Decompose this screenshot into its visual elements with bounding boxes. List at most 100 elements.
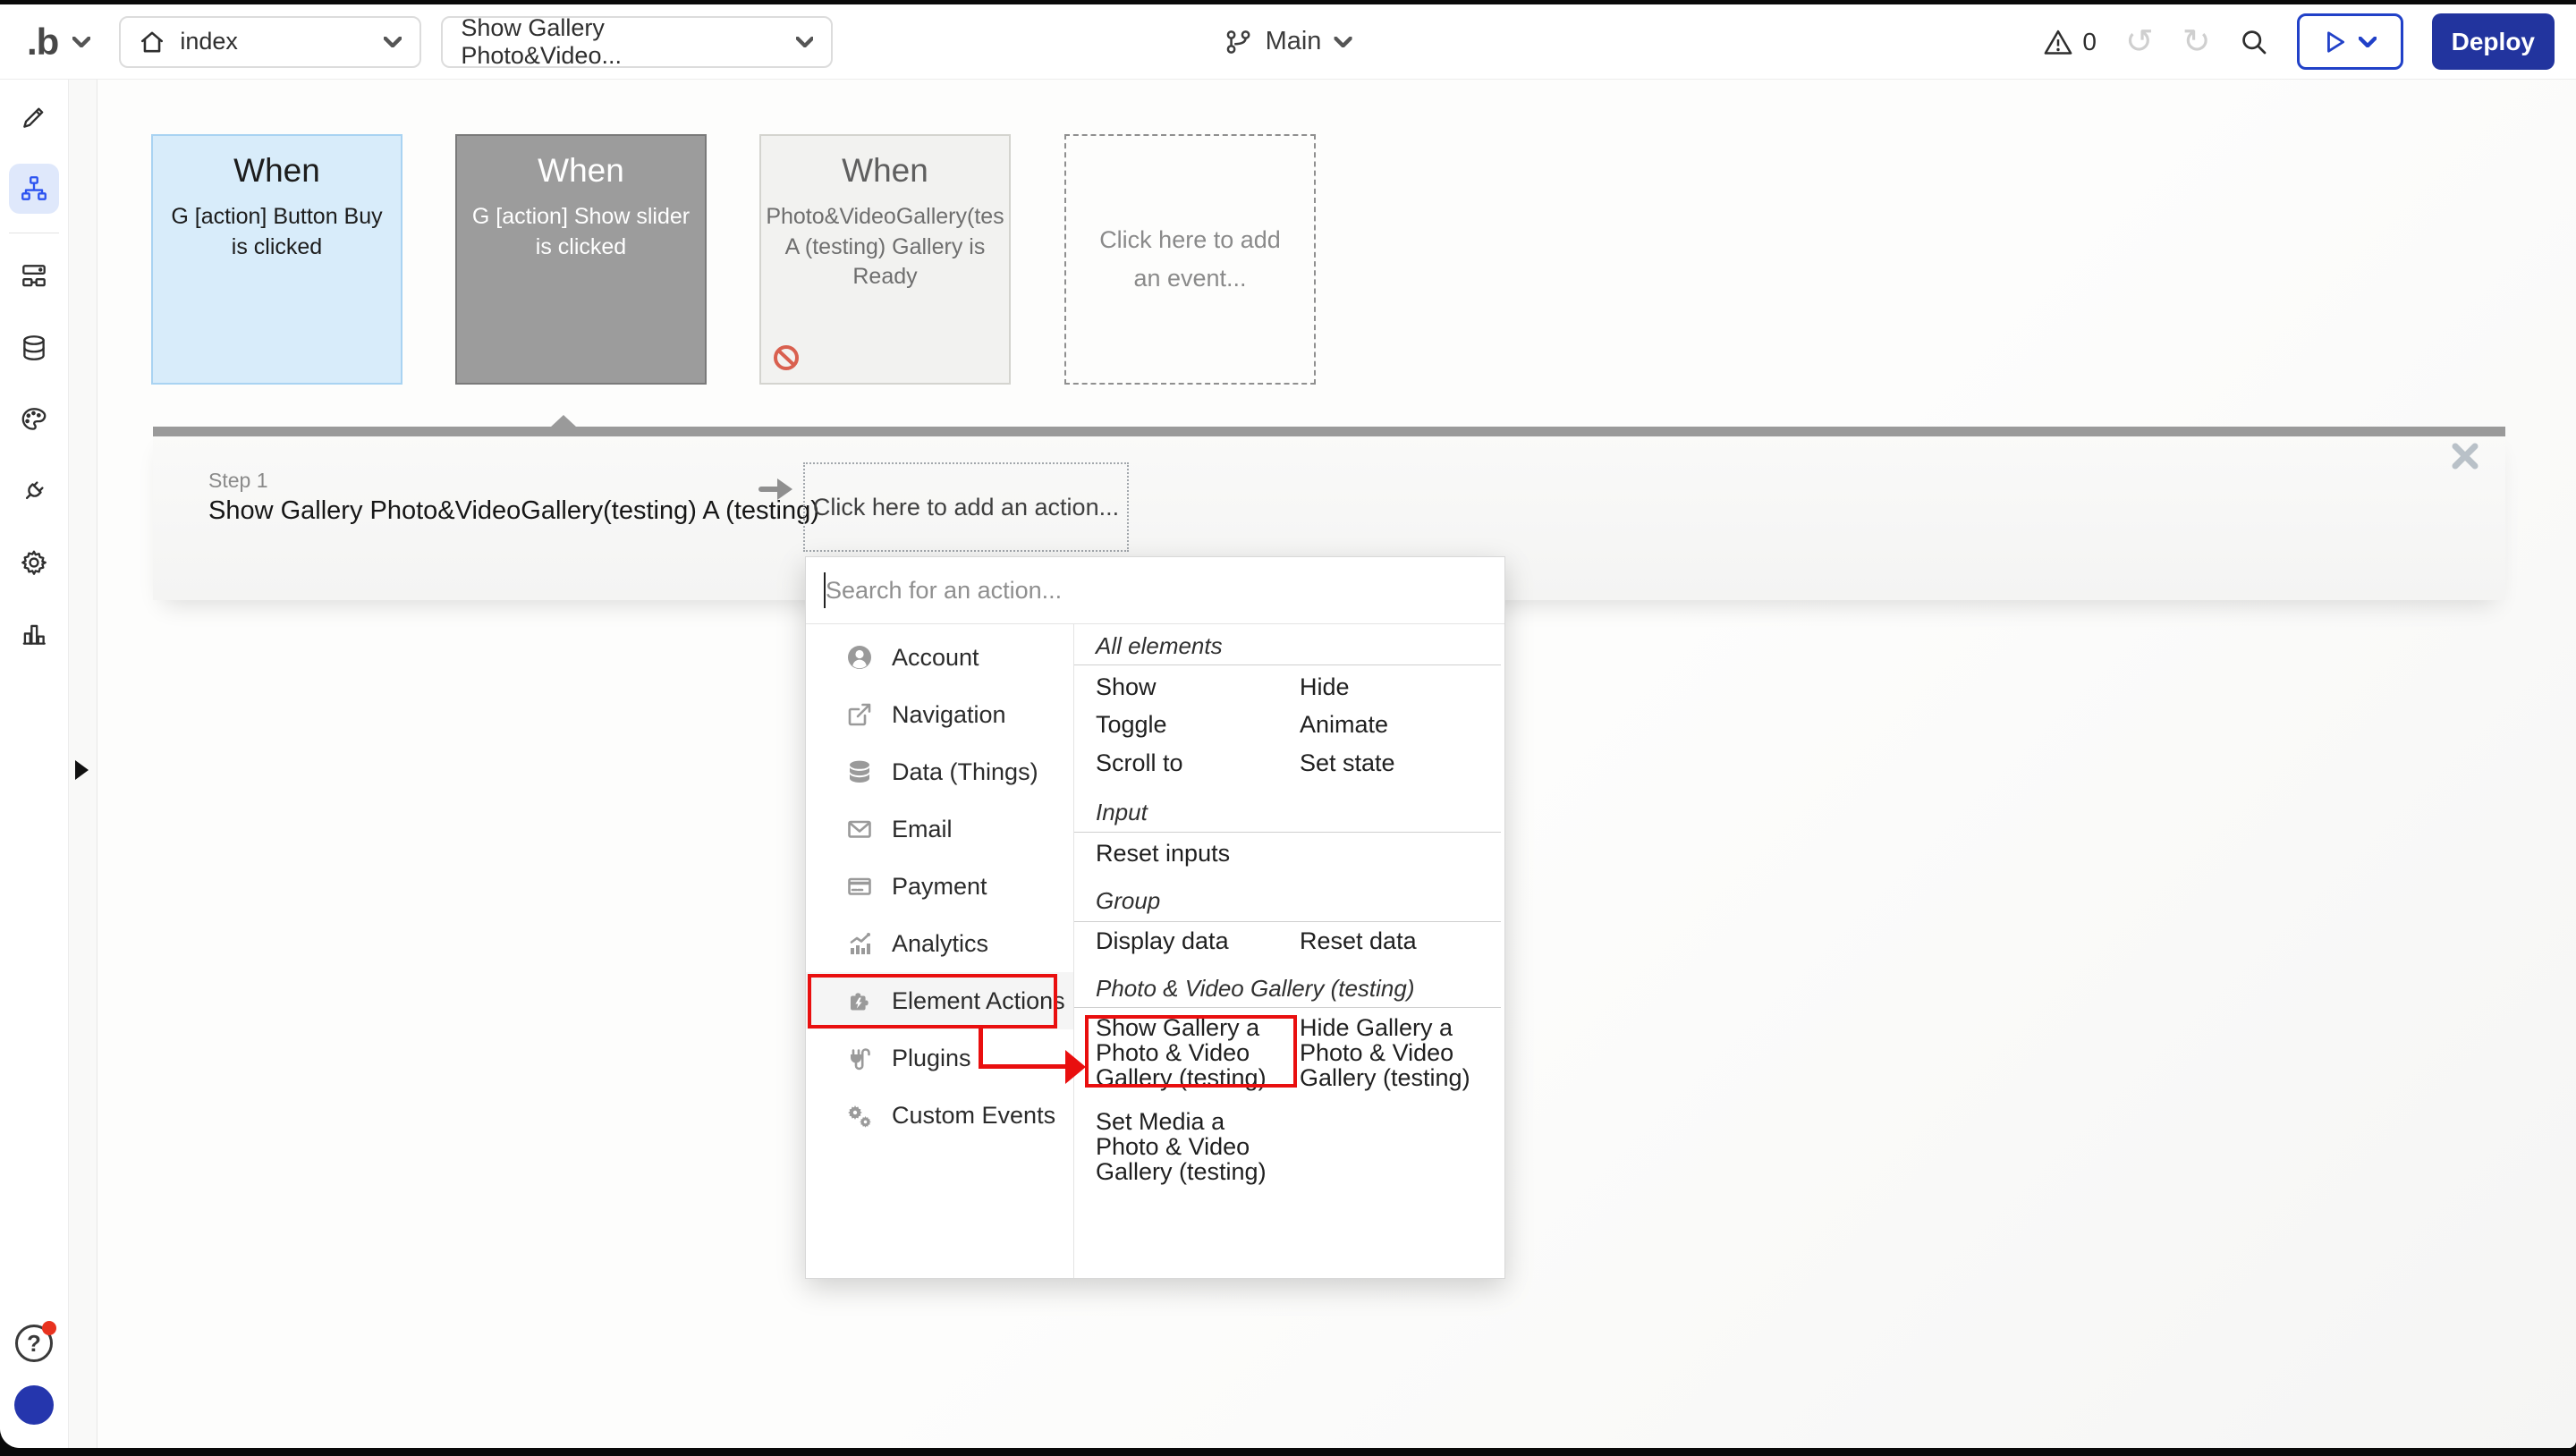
workflow-selector[interactable]: Show Gallery Photo&Video... — [441, 14, 834, 69]
sidebar-item-components[interactable] — [9, 251, 59, 301]
event-title: When — [842, 152, 928, 189]
redo-button[interactable]: ↻ — [2182, 25, 2211, 59]
sidebar-item-settings[interactable] — [9, 538, 59, 588]
category-analytics[interactable]: Analytics — [806, 915, 1073, 972]
event-body: G [action] Show slider is clicked — [471, 204, 691, 259]
sidebar-item-logs[interactable] — [9, 609, 59, 659]
category-label: Plugins — [892, 1044, 971, 1071]
action-scroll-to[interactable]: Scroll to — [1096, 750, 1294, 775]
action-search-row — [806, 557, 1504, 624]
branch-selector[interactable]: Main — [1224, 27, 1352, 56]
search-icon[interactable] — [2240, 28, 2268, 56]
expand-panel-arrow[interactable] — [75, 760, 89, 780]
undo-button[interactable]: ↺ — [2125, 25, 2154, 59]
event-card-show-slider[interactable]: When G [action] Show slider is clicked — [455, 134, 707, 385]
category-label: Email — [892, 815, 953, 842]
workflow-canvas[interactable]: When G [action] Button Buy is clicked Wh… — [69, 80, 2576, 1448]
chart-icon — [850, 933, 870, 954]
sidebar-item-workflow[interactable] — [9, 164, 59, 214]
event-body: G [action] Button Buy is clicked — [171, 204, 383, 259]
action-animate[interactable]: Animate — [1300, 712, 1498, 737]
action-search-input[interactable] — [806, 557, 1504, 623]
gear-icon — [21, 550, 47, 575]
category-element-actions[interactable]: Element Actions — [806, 972, 1073, 1029]
event-card-gallery-ready[interactable]: When Photo&VideoGallery(tes A (testing) … — [759, 134, 1011, 385]
chevron-down-icon — [795, 36, 814, 47]
credit-card-icon — [848, 877, 871, 895]
action-display-data[interactable]: Display data — [1096, 928, 1294, 953]
action-hide-gallery[interactable]: Hide Gallery a Photo & Video Gallery (te… — [1300, 1015, 1498, 1090]
add-event-placeholder[interactable]: Click here to add an event... — [1064, 134, 1316, 385]
database-icon — [23, 335, 45, 360]
app-menu[interactable]: .b — [14, 20, 99, 63]
components-icon — [22, 265, 46, 287]
category-label: Account — [892, 643, 979, 671]
action-reset-inputs[interactable]: Reset inputs — [1096, 841, 1294, 866]
help-button[interactable]: ? — [15, 1321, 56, 1362]
action-hide[interactable]: Hide — [1300, 674, 1498, 699]
plug-icon — [851, 1048, 870, 1071]
category-label: Data (Things) — [892, 758, 1038, 785]
add-action-placeholder[interactable]: Click here to add an action... — [803, 462, 1129, 552]
category-label: Element Actions — [892, 986, 1065, 1014]
category-label: Analytics — [892, 929, 989, 957]
deploy-button[interactable]: Deploy — [2431, 13, 2555, 70]
category-navigation[interactable]: Navigation — [806, 686, 1073, 743]
chevron-down-icon — [1334, 36, 1352, 47]
top-toolbar: .b index Show Gallery Photo&Video... Mai… — [0, 4, 2576, 80]
close-panel-button[interactable] — [2450, 441, 2480, 471]
bubble-logo: .b — [27, 20, 59, 63]
left-sidebar: ? — [0, 80, 69, 1448]
share-icon — [848, 703, 871, 726]
bubble-editor-window: .b index Show Gallery Photo&Video... Mai… — [0, 4, 2576, 1448]
sidebar-item-design[interactable] — [9, 92, 59, 142]
category-account[interactable]: Account — [806, 629, 1073, 686]
gears-icon — [848, 1105, 871, 1128]
branch-label: Main — [1265, 27, 1322, 55]
divider — [1074, 921, 1501, 922]
category-payment[interactable]: Payment — [806, 858, 1073, 915]
issues-count: 0 — [2082, 27, 2097, 55]
sidebar-item-plugins[interactable] — [9, 466, 59, 516]
workflow-icon — [21, 176, 47, 200]
envelope-icon — [848, 820, 871, 838]
event-title: When — [233, 152, 320, 189]
group-header-all-elements: All elements — [1096, 632, 1223, 659]
sidebar-item-styles[interactable] — [9, 394, 59, 444]
text-cursor — [824, 572, 826, 608]
plug-icon — [25, 481, 44, 500]
category-plugins[interactable]: Plugins — [806, 1029, 1073, 1087]
action-set-media-gallery[interactable]: Set Media a Photo & Video Gallery (testi… — [1096, 1109, 1294, 1184]
branch-icon — [1226, 30, 1250, 54]
action-set-state[interactable]: Set state — [1300, 750, 1498, 775]
issues-indicator[interactable]: 0 — [2043, 28, 2097, 56]
next-step-arrow-icon — [758, 478, 792, 500]
group-header-photo-video-gallery: Photo & Video Gallery (testing) — [1096, 975, 1415, 1002]
chevron-down-icon — [72, 36, 91, 47]
category-data-things[interactable]: Data (Things) — [806, 743, 1073, 800]
category-custom-events[interactable]: Custom Events — [806, 1087, 1073, 1144]
divider — [1074, 832, 1501, 833]
action-show[interactable]: Show — [1096, 674, 1294, 699]
bar-chart-icon — [22, 624, 46, 645]
preview-button[interactable] — [2296, 13, 2403, 70]
panel-notch — [550, 415, 577, 427]
action-show-gallery[interactable]: Show Gallery a Photo & Video Gallery (te… — [1096, 1015, 1294, 1090]
category-email[interactable]: Email — [806, 800, 1073, 858]
database-icon — [850, 760, 869, 783]
event-card-button-buy[interactable]: When G [action] Button Buy is clicked — [151, 134, 402, 385]
page-selector[interactable]: index — [119, 15, 422, 68]
collapsed-panel-strip — [69, 80, 97, 1448]
action-category-list: Account Navigation Data (Things) Email P… — [806, 623, 1074, 1278]
sidebar-item-data[interactable] — [9, 323, 59, 373]
step-number-label: Step 1 — [208, 469, 268, 492]
category-label: Custom Events — [892, 1101, 1056, 1129]
group-header-group: Group — [1096, 887, 1161, 914]
category-label: Payment — [892, 872, 987, 900]
puzzle-bolt-icon — [851, 993, 869, 1011]
action-toggle[interactable]: Toggle — [1096, 712, 1294, 737]
step-title[interactable]: Show Gallery Photo&VideoGallery(testing)… — [208, 496, 819, 526]
action-reset-data[interactable]: Reset data — [1300, 928, 1498, 953]
avatar[interactable] — [14, 1385, 54, 1425]
notification-dot — [42, 1321, 56, 1335]
